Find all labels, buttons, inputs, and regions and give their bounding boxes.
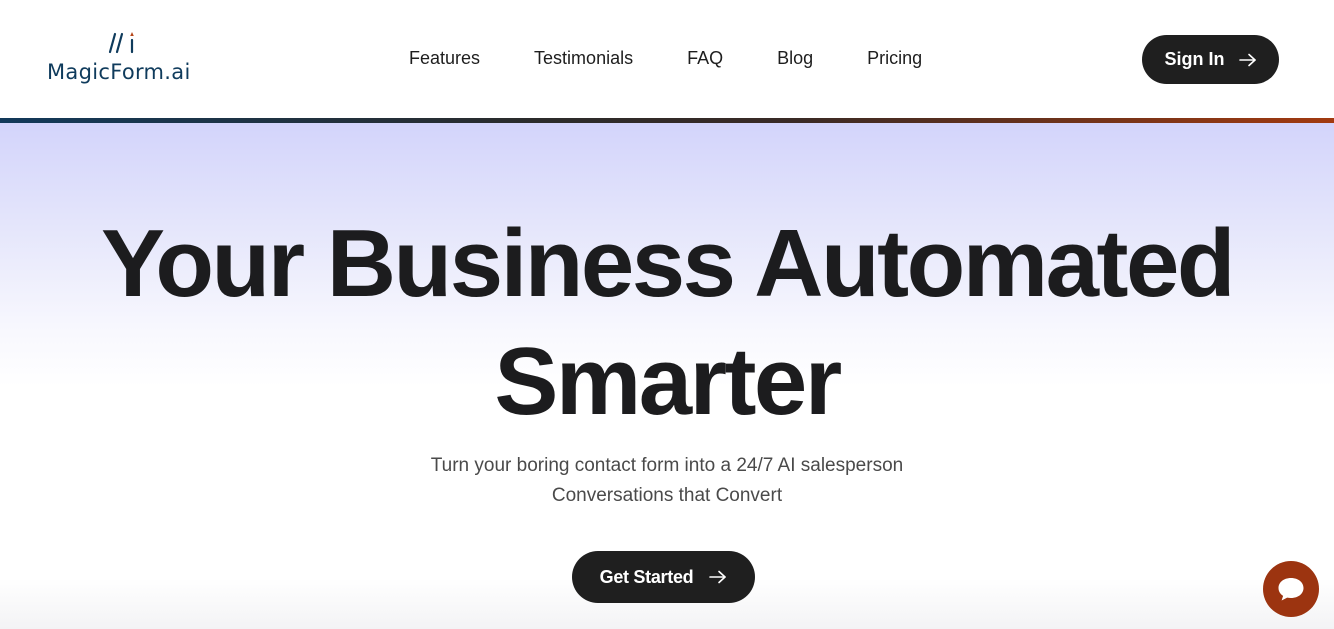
site-header: MagicForm.ai Features Testimonials FAQ B… <box>0 0 1334 118</box>
nav-item-blog[interactable]: Blog <box>777 46 813 70</box>
hero-section: Your Business Automated Smarter Turn you… <box>0 123 1334 629</box>
nav-item-features[interactable]: Features <box>409 46 480 70</box>
nav-item-pricing[interactable]: Pricing <box>867 46 922 70</box>
hero-headline: Your Business Automated Smarter <box>0 205 1334 441</box>
hero-headline-line-1: Your Business Automated <box>101 210 1236 317</box>
sign-in-button[interactable]: Sign In <box>1142 35 1279 84</box>
hero-subheadline: Turn your boring contact form into a 24/… <box>0 451 1334 511</box>
sign-in-label: Sign In <box>1164 49 1225 69</box>
hero-headline-line-2: Smarter <box>494 328 842 435</box>
chat-bubble-icon <box>1278 578 1304 601</box>
main-nav: Features Testimonials FAQ Blog Pricing <box>409 46 922 70</box>
brand-name: MagicForm.ai <box>47 60 191 84</box>
arrow-right-icon <box>709 570 727 584</box>
slash-i-logo-icon <box>108 32 134 54</box>
nav-item-faq[interactable]: FAQ <box>687 46 723 70</box>
brand-logo[interactable]: MagicForm.ai <box>47 30 207 90</box>
hero-subline-1: Turn your boring contact form into a 24/… <box>430 455 904 476</box>
hero-subline-2: Conversations that Convert <box>551 485 783 506</box>
nav-item-testimonials[interactable]: Testimonials <box>534 46 633 70</box>
get-started-button[interactable]: Get Started <box>572 551 755 603</box>
chat-widget-button[interactable] <box>1263 561 1319 617</box>
arrow-right-icon <box>1238 53 1257 67</box>
get-started-label: Get Started <box>599 566 694 587</box>
